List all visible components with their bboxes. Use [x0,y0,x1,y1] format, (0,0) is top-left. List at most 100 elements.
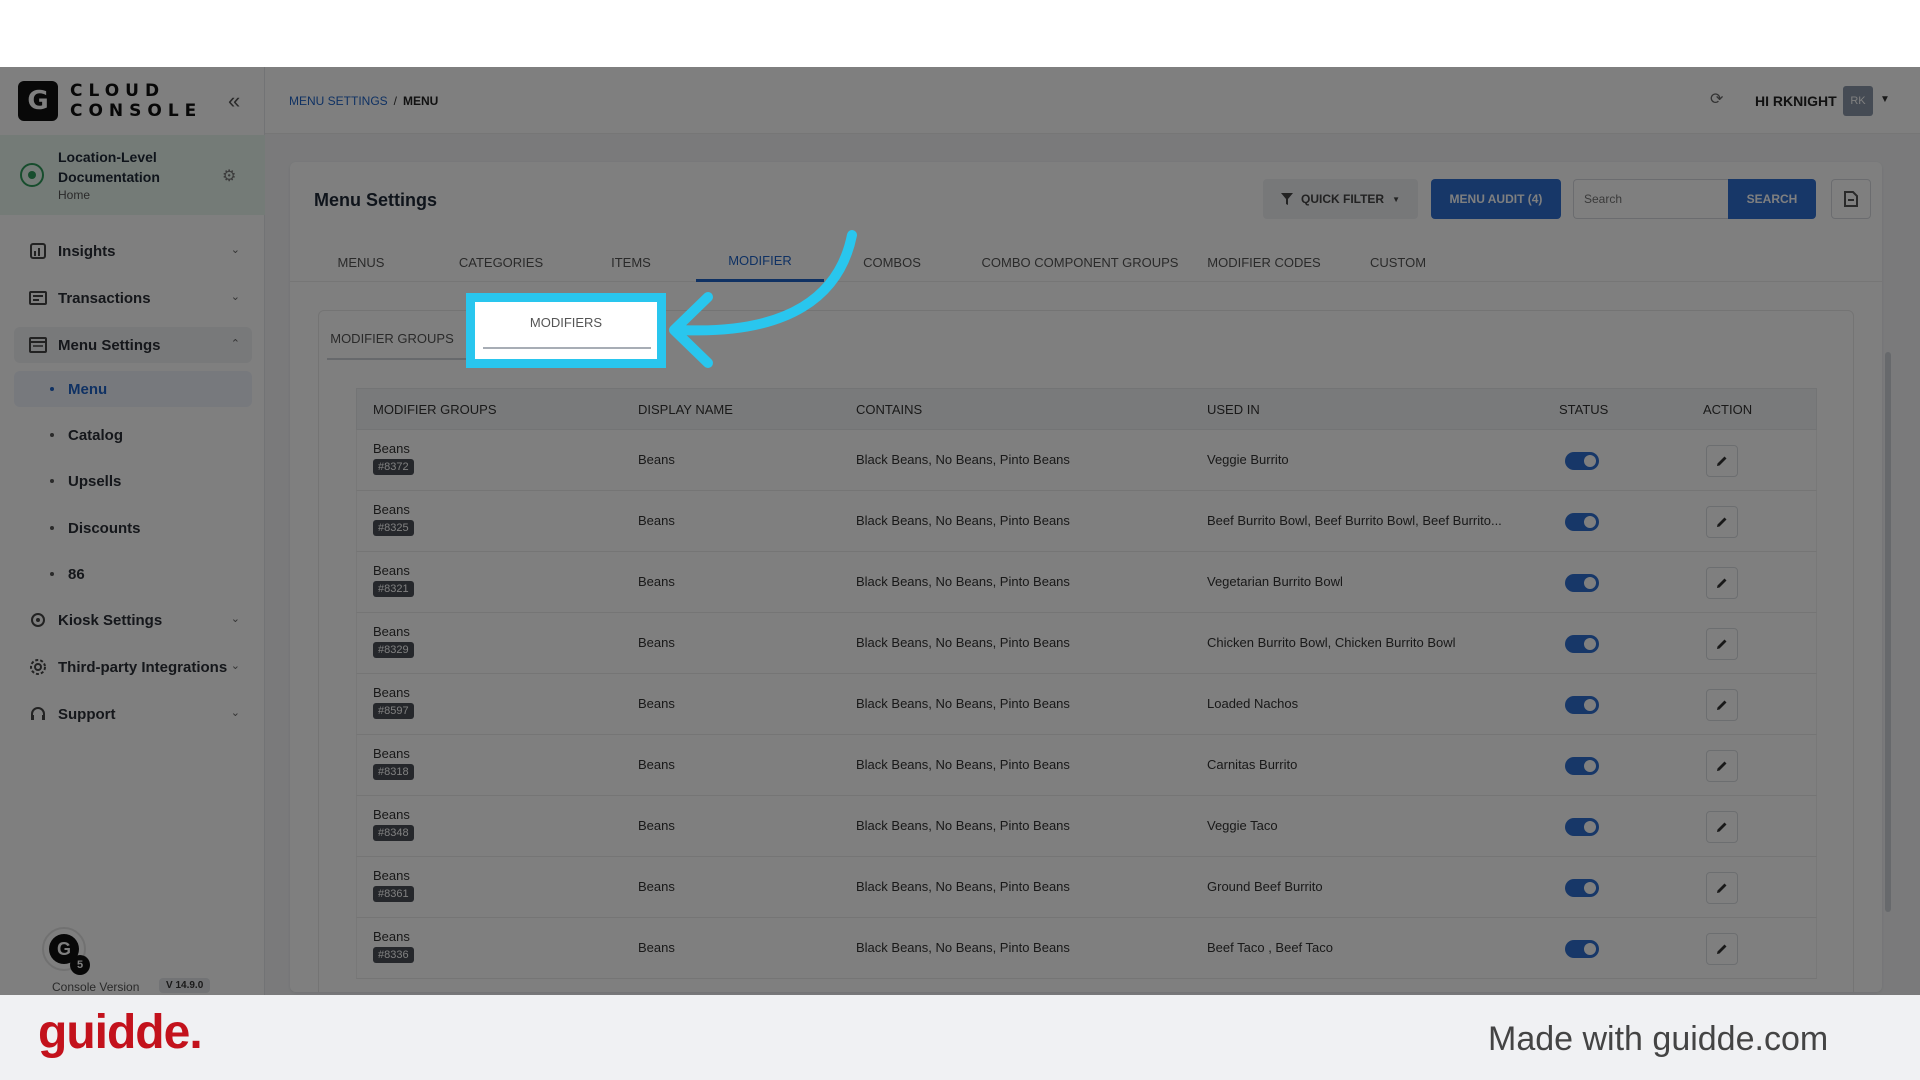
status-toggle[interactable] [1565,757,1599,775]
modifier-group-name: Beans [373,746,410,761]
subtab-modifiers[interactable]: MODIFIERS [475,315,657,330]
tab-combo-component-groups[interactable]: COMBO COMPONENT GROUPS [970,242,1190,282]
edit-pencil-icon[interactable] [1706,506,1738,538]
status-toggle[interactable] [1565,574,1599,592]
location-settings-icon[interactable]: ⚙ [222,166,236,186]
chevron-up-icon: ⌃ [230,338,240,350]
sidebar-subitem-discounts[interactable]: Discounts [14,510,252,546]
status-toggle[interactable] [1565,879,1599,897]
edit-pencil-icon[interactable] [1706,445,1738,477]
edit-pencil-icon[interactable] [1706,933,1738,965]
table-row[interactable]: Beans #8329 Beans Black Beans, No Beans,… [356,613,1817,674]
status-toggle[interactable] [1565,696,1599,714]
sidebar-item-third-party-integrations[interactable]: Third-party Integrations ⌄ [14,649,252,685]
breadcrumb-link-menu-settings[interactable]: MENU SETTINGS [289,94,388,108]
logo-mark: G [18,81,58,121]
tab-modifier-codes[interactable]: MODIFIER CODES [1200,242,1328,282]
sidebar-subitem-label: Menu [68,380,108,398]
top-whitespace [0,0,1920,67]
sidebar-subitem-label: 86 [68,565,85,583]
caret-down-icon[interactable]: ▼ [1880,94,1890,105]
search-input[interactable] [1573,179,1729,219]
status-toggle[interactable] [1565,940,1599,958]
column-header[interactable]: MODIFIER GROUPS [373,402,497,417]
sidebar-item-label: Menu Settings [58,336,161,354]
contains: Black Beans, No Beans, Pinto Beans [856,818,1070,833]
vertical-scrollbar[interactable] [1885,352,1891,912]
subtab-modifiers-highlight[interactable]: MODIFIERS [466,293,666,368]
sidebar-item-kiosk-settings[interactable]: Kiosk Settings ⌄ [14,602,252,638]
sidebar-subitem-label: Upsells [68,472,122,490]
sidebar-item-transactions[interactable]: Transactions ⌄ [14,280,252,316]
used-in: Veggie Burrito [1207,452,1289,467]
contains: Black Beans, No Beans, Pinto Beans [856,513,1070,528]
sidebar-subitem-upsells[interactable]: Upsells [14,463,252,499]
edit-pencil-icon[interactable] [1706,811,1738,843]
breadcrumb-separator: / [393,94,398,108]
display-name: Beans [638,635,675,650]
contains: Black Beans, No Beans, Pinto Beans [856,940,1070,955]
table-row[interactable]: Beans #8325 Beans Black Beans, No Beans,… [356,491,1817,552]
contains: Black Beans, No Beans, Pinto Beans [856,635,1070,650]
table-row[interactable]: Beans #8321 Beans Black Beans, No Beans,… [356,552,1817,613]
chevron-down-icon: ⌄ [230,291,240,303]
table-row[interactable]: Beans #8348 Beans Black Beans, No Beans,… [356,796,1817,857]
location-title: Location-Level Documentation [58,149,160,185]
table-row[interactable]: Beans #8372 Beans Black Beans, No Beans,… [356,430,1817,491]
modifier-group-id: #8597 [373,703,414,719]
integrations-gear-icon [28,657,48,677]
sidebar-item-support[interactable]: Support ⌄ [14,696,252,732]
edit-pencil-icon[interactable] [1706,689,1738,721]
status-toggle[interactable] [1565,513,1599,531]
quick-filter-button[interactable]: QUICK FILTER ▼ [1263,179,1418,219]
user-avatar[interactable]: RK [1843,86,1873,116]
subtab-modifier-groups[interactable]: MODIFIER GROUPS [327,318,457,358]
collapse-sidebar-icon[interactable]: « [228,90,250,113]
search-button[interactable]: SEARCH [1728,179,1816,219]
status-toggle[interactable] [1565,818,1599,836]
column-header[interactable]: CONTAINS [856,402,922,417]
table-header: MODIFIER GROUPS DISPLAY NAME CONTAINS US… [356,388,1817,430]
insights-icon [28,241,48,261]
column-header[interactable]: STATUS [1559,402,1608,417]
guidde-logo: guidde. [38,1006,203,1059]
tab-items[interactable]: ITEMS [600,242,662,282]
sidebar-item-insights[interactable]: Insights ⌄ [14,233,252,269]
tab-categories[interactable]: CATEGORIES [448,242,554,282]
modifier-group-name: Beans [373,685,410,700]
edit-pencil-icon[interactable] [1706,567,1738,599]
modifier-group-id: #8372 [373,459,414,475]
tab-custom[interactable]: CUSTOM [1358,242,1438,282]
status-toggle[interactable] [1565,452,1599,470]
export-icon[interactable] [1831,179,1871,219]
menu-settings-icon [28,335,48,355]
menu-audit-button[interactable]: MENU AUDIT (4) [1431,179,1561,219]
column-header[interactable]: DISPLAY NAME [638,402,733,417]
sidebar-item-menu-settings[interactable]: Menu Settings ⌃ [14,327,252,363]
table-row[interactable]: Beans #8318 Beans Black Beans, No Beans,… [356,735,1817,796]
console-version-badge: V 14.9.0 [159,978,211,993]
help-assistant-avatar[interactable]: G 5 [42,927,90,975]
column-header[interactable]: USED IN [1207,402,1260,417]
table-row[interactable]: Beans #8336 Beans Black Beans, No Beans,… [356,918,1817,979]
edit-pencil-icon[interactable] [1706,872,1738,904]
used-in: Ground Beef Burrito [1207,879,1323,894]
table-row[interactable]: Beans #8597 Beans Black Beans, No Beans,… [356,674,1817,735]
cloud-console-logo[interactable]: G CLOUD CONSOLE [18,81,202,121]
sidebar-subitem-catalog[interactable]: Catalog [14,417,252,453]
sidebar-subitem-menu[interactable]: Menu [14,371,252,407]
sidebar: G CLOUD CONSOLE « Location-Level Documen… [0,67,265,995]
display-name: Beans [638,696,675,711]
edit-pencil-icon[interactable] [1706,750,1738,782]
refresh-icon[interactable]: ⟳ [1710,89,1723,109]
table-row[interactable]: Beans #8361 Beans Black Beans, No Beans,… [356,857,1817,918]
edit-pencil-icon[interactable] [1706,628,1738,660]
contains: Black Beans, No Beans, Pinto Beans [856,696,1070,711]
bullet-icon [50,387,54,391]
modifier-group-id: #8329 [373,642,414,658]
tab-menus[interactable]: MENUS [320,242,402,282]
user-greeting[interactable]: HI RKNIGHT [1755,93,1837,109]
status-toggle[interactable] [1565,635,1599,653]
subtab-underline [483,347,651,349]
sidebar-subitem-86[interactable]: 86 [14,556,252,592]
